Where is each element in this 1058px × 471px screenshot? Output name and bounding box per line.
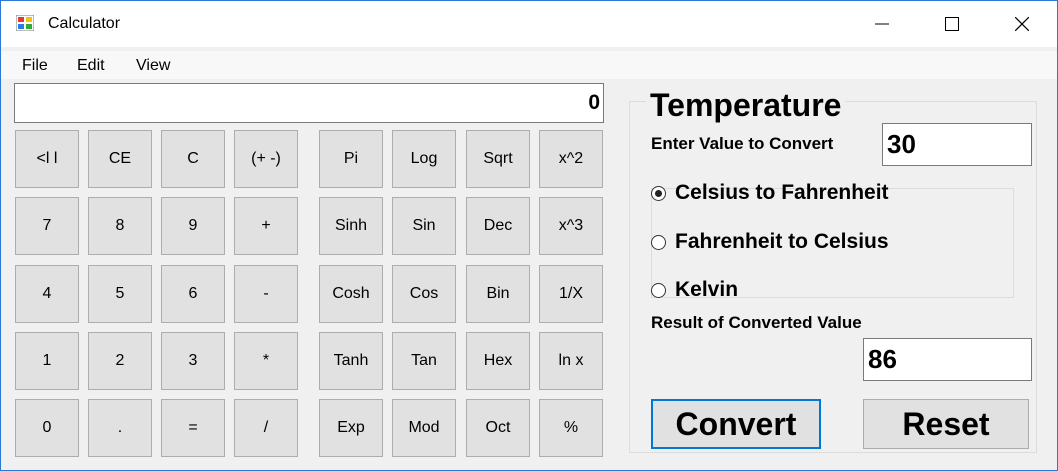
app-icon	[16, 15, 34, 31]
keypad-button[interactable]: <l l	[15, 130, 79, 188]
keypad-button[interactable]: 3	[161, 332, 225, 390]
keypad-button[interactable]: .	[88, 399, 152, 457]
keypad-button[interactable]: Sqrt	[466, 130, 530, 188]
keypad-button[interactable]: 0	[15, 399, 79, 457]
menu-file[interactable]: File	[22, 57, 48, 75]
keypad-button[interactable]: Dec	[466, 197, 530, 255]
keypad-button[interactable]: 1	[15, 332, 79, 390]
keypad-button[interactable]: x^2	[539, 130, 603, 188]
option-label: Fahrenheit to Celsius	[675, 230, 889, 253]
radio-unchecked-icon	[651, 282, 666, 298]
minimize-button[interactable]	[859, 1, 905, 47]
keypad-button[interactable]: Cosh	[319, 265, 383, 323]
keypad-button[interactable]: 1/X	[539, 265, 603, 323]
reset-button[interactable]: Reset	[863, 399, 1029, 449]
temperature-title: Temperature	[646, 87, 846, 124]
title-bar: Calculator	[1, 1, 1057, 47]
keypad-button[interactable]: /	[234, 399, 298, 457]
option-fahrenheit-to-celsius[interactable]: Fahrenheit to Celsius	[651, 229, 889, 255]
keypad-button[interactable]: Tanh	[319, 332, 383, 390]
keypad-button[interactable]: (+ -)	[234, 130, 298, 188]
keypad-button[interactable]: Oct	[466, 399, 530, 457]
minimize-icon	[875, 23, 889, 25]
keypad-button[interactable]: C	[161, 130, 225, 188]
keypad-button[interactable]: %	[539, 399, 603, 457]
result-label: Result of Converted Value	[651, 313, 862, 332]
menu-bar: File Edit View	[1, 51, 1057, 79]
keypad-button[interactable]: 9	[161, 197, 225, 255]
keypad-button[interactable]: 7	[15, 197, 79, 255]
keypad-button[interactable]: Hex	[466, 332, 530, 390]
keypad-button[interactable]: 8	[88, 197, 152, 255]
maximize-icon	[945, 17, 959, 31]
keypad-button[interactable]: CE	[88, 130, 152, 188]
keypad-button[interactable]: Mod	[392, 399, 456, 457]
close-icon	[1015, 17, 1029, 31]
keypad-button[interactable]: Tan	[392, 332, 456, 390]
keypad-button[interactable]: Log	[392, 130, 456, 188]
enter-value-label: Enter Value to Convert	[651, 134, 834, 153]
close-button[interactable]	[999, 1, 1045, 47]
option-label: Celsius to Fahrenheit	[675, 181, 889, 204]
calculator-display[interactable]: 0	[14, 83, 604, 123]
calculator-window: Calculator File Edit View 0 <l l CE C (+ -)…	[0, 0, 1058, 471]
window-title: Calculator	[48, 15, 121, 32]
keypad-button[interactable]: =	[161, 399, 225, 457]
keypad-button[interactable]: ln x	[539, 332, 603, 390]
keypad-button[interactable]: 5	[88, 265, 152, 323]
keypad-button[interactable]: Pi	[319, 130, 383, 188]
keypad-button[interactable]: Cos	[392, 265, 456, 323]
radio-checked-icon	[651, 185, 666, 201]
keypad-button[interactable]: Exp	[319, 399, 383, 457]
keypad-button[interactable]: x^3	[539, 197, 603, 255]
option-label: Kelvin	[675, 278, 739, 301]
menu-edit[interactable]: Edit	[77, 57, 105, 75]
keypad-button[interactable]: 6	[161, 265, 225, 323]
keypad-button[interactable]: *	[234, 332, 298, 390]
option-kelvin[interactable]: Kelvin	[651, 277, 738, 303]
maximize-button[interactable]	[929, 1, 975, 47]
keypad-button[interactable]: Sin	[392, 197, 456, 255]
keypad-button[interactable]: 4	[15, 265, 79, 323]
keypad-button[interactable]: -	[234, 265, 298, 323]
radio-unchecked-icon	[651, 234, 666, 250]
option-celsius-to-fahrenheit[interactable]: Celsius to Fahrenheit	[651, 180, 889, 206]
menu-view[interactable]: View	[136, 57, 170, 75]
keypad-button[interactable]: +	[234, 197, 298, 255]
value-input[interactable]: 30	[882, 123, 1032, 166]
keypad-button[interactable]: 2	[88, 332, 152, 390]
keypad-button[interactable]: Sinh	[319, 197, 383, 255]
keypad-button[interactable]: Bin	[466, 265, 530, 323]
result-output[interactable]: 86	[863, 338, 1032, 381]
convert-button[interactable]: Convert	[651, 399, 821, 449]
